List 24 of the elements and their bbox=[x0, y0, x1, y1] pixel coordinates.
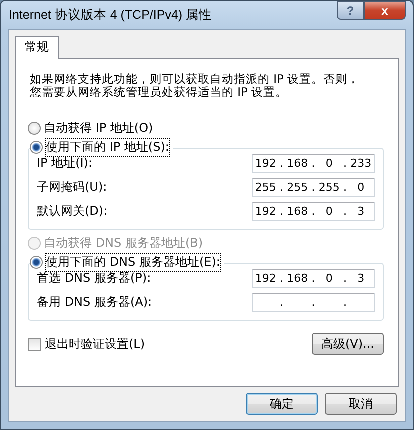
cancel-button[interactable]: 取消 bbox=[325, 393, 397, 415]
field-label: 默认网关(D): bbox=[37, 202, 108, 220]
window-title: Internet 协议版本 4 (TCP/IPv4) 属性 bbox=[8, 6, 212, 24]
close-button[interactable]: x bbox=[364, 1, 406, 20]
ok-button[interactable]: 确定 bbox=[246, 393, 318, 415]
ip-address-field[interactable]: 255 . 255 . 255 . 0 bbox=[252, 178, 375, 196]
advanced-button[interactable]: 高级(V)... bbox=[312, 333, 384, 355]
field-label: 子网掩码(U): bbox=[37, 178, 108, 196]
description-text: 如果网络支持此功能，则可以获取自动指派的 IP 设置。否则，您需要从网络系统管理员处获得适当的 IP 设置。 bbox=[30, 73, 361, 99]
radio-button[interactable] bbox=[28, 122, 41, 135]
radio-button[interactable] bbox=[30, 141, 43, 154]
ip-address-field[interactable]: 192 . 168 . 0 . 3 bbox=[252, 268, 375, 288]
field-label: IP 地址(I): bbox=[37, 154, 93, 172]
ip-address-field[interactable]: 192 . 168 . 0 . 233 bbox=[252, 154, 375, 172]
checkbox[interactable] bbox=[28, 338, 41, 350]
tab[interactable]: 常规 bbox=[15, 36, 59, 59]
field-label: 备用 DNS 服务器(A): bbox=[37, 294, 152, 310]
ip-address-field[interactable]: . . . bbox=[252, 292, 375, 312]
checkbox-label[interactable]: 退出时验证设置(L) bbox=[45, 336, 146, 352]
help-button[interactable]: ? bbox=[337, 1, 364, 20]
radio-button[interactable] bbox=[30, 256, 43, 269]
ip-address-field[interactable]: 192 . 168 . 0 . 3 bbox=[252, 202, 375, 220]
field-label: 首选 DNS 服务器(P): bbox=[37, 270, 152, 286]
radio-label[interactable]: 自动获得 IP 地址(O) bbox=[44, 120, 154, 137]
